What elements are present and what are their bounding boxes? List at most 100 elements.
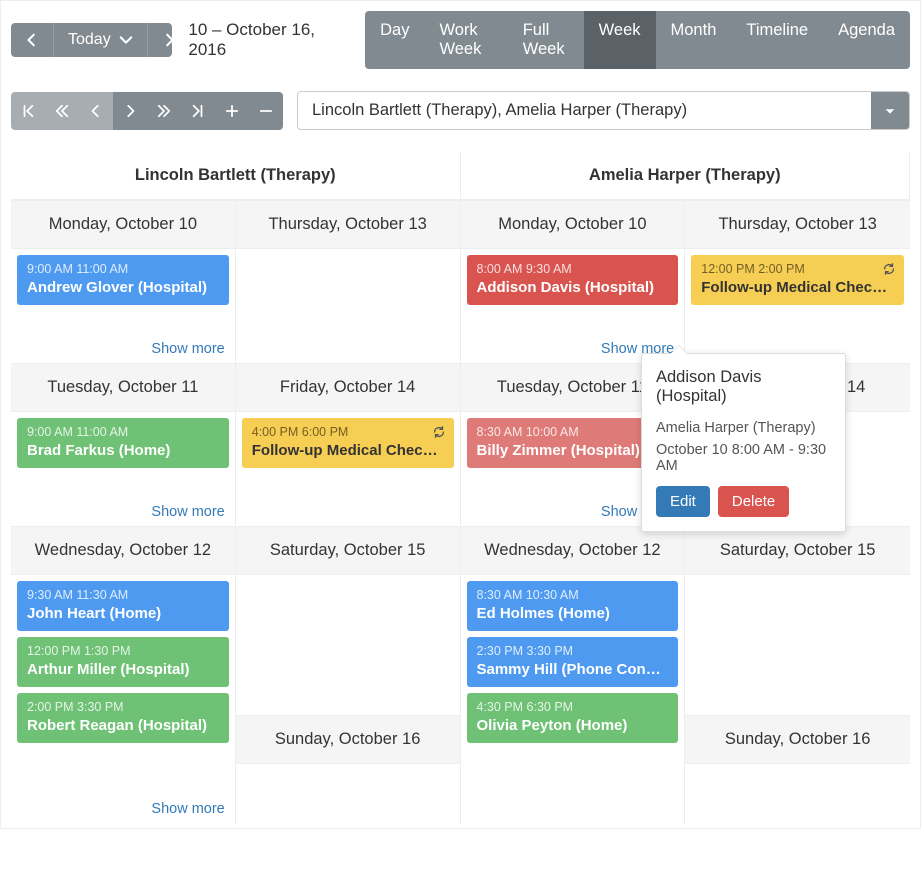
appointment[interactable]: 9:00 AM 11:00 AM Brad Farkus (Home) (17, 418, 229, 468)
day-header: Thursday, October 13 (236, 200, 460, 249)
tooltip-when: October 10 8:00 AM - 9:30 AM (656, 442, 831, 474)
appointment-title: Brad Farkus (Home) (27, 442, 219, 459)
first-icon (21, 104, 35, 118)
today-label: Today (68, 31, 111, 49)
minus-icon (259, 104, 273, 118)
view-tab-timeline[interactable]: Timeline (731, 11, 823, 69)
chevron-right-icon (123, 104, 137, 118)
view-tab-month[interactable]: Month (656, 11, 732, 69)
show-more-link[interactable]: Show more (151, 801, 224, 817)
recurring-icon (432, 425, 446, 444)
col-p1-b: Thursday, October 13 Friday, October 14 … (236, 200, 461, 824)
chevron-left-icon (89, 104, 103, 118)
appointment-title: Robert Reagan (Hospital) (27, 717, 219, 734)
view-switcher: Day Work Week Full Week Week Month Timel… (365, 11, 910, 69)
resource-fastback-button[interactable] (45, 92, 79, 130)
view-tab-full-week[interactable]: Full Week (508, 11, 584, 69)
resource-back-button[interactable] (79, 92, 113, 130)
resource-selector-dropdown[interactable] (871, 92, 909, 129)
day-header: Tuesday, October 11 (11, 363, 235, 412)
view-tab-day[interactable]: Day (365, 11, 424, 69)
chevron-down-icon (119, 33, 133, 47)
resource-nav-strip (11, 92, 283, 130)
day-cell[interactable]: 9:00 AM 11:00 AM Andrew Glover (Hospital… (11, 249, 235, 363)
day-cell[interactable]: 8:00 AM 9:30 AM Addison Davis (Hospital)… (461, 249, 685, 363)
date-nav-group: Today (11, 23, 172, 57)
appointment-title: Follow-up Medical Checkup (252, 442, 444, 459)
view-tab-work-week[interactable]: Work Week (424, 11, 507, 69)
day-cell[interactable]: 12:00 PM 2:00 PM Follow-up Medical Check… (685, 249, 910, 363)
appointment-time: 12:00 PM 2:00 PM (701, 262, 894, 276)
chevron-right-icon (162, 33, 173, 47)
resource-remove-button[interactable] (249, 92, 283, 130)
day-header: Wednesday, October 12 (461, 526, 685, 575)
appointment-time: 8:00 AM 9:30 AM (477, 262, 669, 276)
day-cell[interactable] (685, 764, 910, 824)
appointment[interactable]: 12:00 PM 1:30 PM Arthur Miller (Hospital… (17, 637, 229, 687)
tooltip-resource: Amelia Harper (Therapy) (656, 420, 831, 436)
next-period-button[interactable] (147, 23, 173, 57)
day-header: Friday, October 14 (236, 363, 460, 412)
person-header-2: Amelia Harper (Therapy) (461, 152, 911, 200)
day-cell[interactable] (236, 764, 460, 824)
view-tab-agenda[interactable]: Agenda (823, 11, 910, 69)
person-header-1: Lincoln Bartlett (Therapy) (11, 152, 461, 200)
top-toolbar: Today 10 – October 16, 2016 Day Work Wee… (11, 11, 910, 69)
appointment[interactable]: 2:30 PM 3:30 PM Sammy Hill (Phone Consul… (467, 637, 679, 687)
appointment[interactable]: 9:30 AM 11:30 AM John Heart (Home) (17, 581, 229, 631)
last-icon (191, 104, 205, 118)
show-more-link[interactable]: Show more (151, 341, 224, 357)
day-header: Monday, October 10 (461, 200, 685, 249)
edit-button[interactable]: Edit (656, 486, 710, 517)
day-cell[interactable]: 4:00 PM 6:00 PM Follow-up Medical Checku… (236, 412, 460, 526)
appointment-title: Arthur Miller (Hospital) (27, 661, 219, 678)
delete-button[interactable]: Delete (718, 486, 789, 517)
day-cell[interactable]: 9:00 AM 11:00 AM Brad Farkus (Home) Show… (11, 412, 235, 526)
resource-add-button[interactable] (215, 92, 249, 130)
double-chevron-right-icon (157, 104, 171, 118)
day-cell[interactable] (236, 575, 460, 715)
appointment[interactable]: 8:00 AM 9:30 AM Addison Davis (Hospital) (467, 255, 679, 305)
resource-nav-row: Lincoln Bartlett (Therapy), Amelia Harpe… (11, 91, 910, 130)
appointment-time: 2:30 PM 3:30 PM (477, 644, 669, 658)
appointment-title: Sammy Hill (Phone Consultat... (477, 661, 669, 678)
appointment-title: Billy Zimmer (Hospital) (477, 442, 669, 459)
appointment-time: 4:00 PM 6:00 PM (252, 425, 444, 439)
col-p1-a: Monday, October 10 9:00 AM 11:00 AM Andr… (11, 200, 236, 824)
appointment-title: Addison Davis (Hospital) (477, 279, 669, 296)
resource-selector[interactable]: Lincoln Bartlett (Therapy), Amelia Harpe… (297, 91, 910, 130)
today-button[interactable]: Today (53, 23, 147, 57)
appointment-time: 12:00 PM 1:30 PM (27, 644, 219, 658)
day-cell[interactable] (236, 249, 460, 363)
day-cell[interactable] (685, 575, 910, 715)
view-tab-week[interactable]: Week (584, 11, 656, 69)
appointment-time: 2:00 PM 3:30 PM (27, 700, 219, 714)
day-header: Wednesday, October 12 (11, 526, 235, 575)
appointment[interactable]: 4:30 PM 6:30 PM Olivia Peyton (Home) (467, 693, 679, 743)
prev-period-button[interactable] (11, 23, 53, 57)
appointment[interactable]: 2:00 PM 3:30 PM Robert Reagan (Hospital) (17, 693, 229, 743)
recurring-icon (882, 262, 896, 281)
resource-fastforward-button[interactable] (147, 92, 181, 130)
appointment[interactable]: 12:00 PM 2:00 PM Follow-up Medical Check… (691, 255, 904, 305)
resource-selector-value: Lincoln Bartlett (Therapy), Amelia Harpe… (298, 92, 871, 129)
resource-first-button[interactable] (11, 92, 45, 130)
day-cell[interactable]: 9:30 AM 11:30 AM John Heart (Home) 12:00… (11, 575, 235, 823)
appointment[interactable]: 4:00 PM 6:00 PM Follow-up Medical Checku… (242, 418, 454, 468)
appointment[interactable]: 8:30 AM 10:30 AM Ed Holmes (Home) (467, 581, 679, 631)
appointment-title: Ed Holmes (Home) (477, 605, 669, 622)
show-more-link[interactable]: Show more (151, 504, 224, 520)
appointment-time: 8:30 AM 10:00 AM (477, 425, 669, 439)
appointment[interactable]: 9:00 AM 11:00 AM Andrew Glover (Hospital… (17, 255, 229, 305)
appointment-time: 9:30 AM 11:30 AM (27, 588, 219, 602)
appointment-tooltip: Addison Davis (Hospital) Amelia Harper (… (641, 353, 846, 532)
day-cell[interactable]: 8:30 AM 10:30 AM Ed Holmes (Home) 2:30 P… (461, 575, 685, 823)
day-header: Thursday, October 13 (685, 200, 910, 249)
day-header: Sunday, October 16 (236, 715, 460, 764)
day-header: Sunday, October 16 (685, 715, 910, 764)
appointment-title: Andrew Glover (Hospital) (27, 279, 219, 296)
appointment-title: Follow-up Medical Checkup (701, 279, 894, 296)
double-chevron-left-icon (55, 104, 69, 118)
resource-last-button[interactable] (181, 92, 215, 130)
resource-forward-button[interactable] (113, 92, 147, 130)
